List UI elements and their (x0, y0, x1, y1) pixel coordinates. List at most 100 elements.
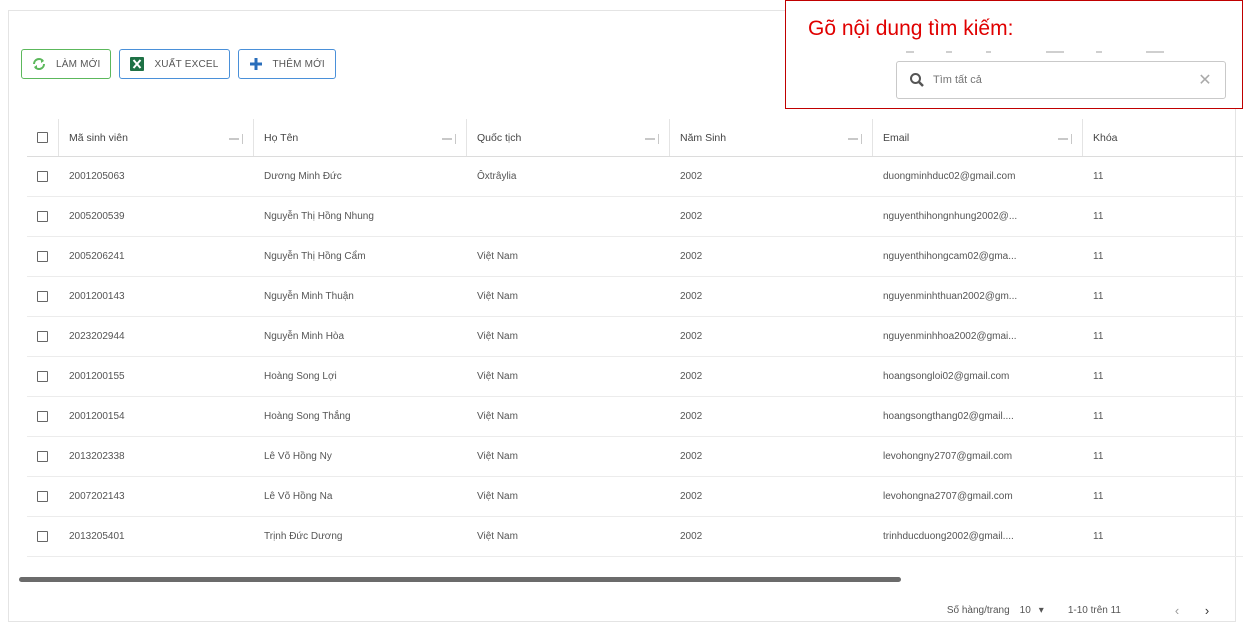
cell-email: nguyenminhhoa2002@gmai... (883, 331, 1017, 342)
cell-full-name: Lê Võ Hồng Ny (264, 451, 332, 462)
excel-icon (128, 55, 146, 73)
table-row[interactable]: 2001200155 Hoàng Song Lợi Việt Nam 2002 … (27, 357, 1243, 397)
cell-full-name: Nguyễn Thị Hồng Nhung (264, 211, 374, 222)
table-row[interactable]: 2001205063 Dương Minh Đức Ôxtrâylia 2002… (27, 157, 1243, 197)
table-row[interactable]: 2013202338 Lê Võ Hồng Ny Việt Nam 2002 l… (27, 437, 1243, 477)
cell-student-id: 2013205401 (69, 531, 125, 542)
cell-email: nguyenthihongnhung2002@... (883, 211, 1018, 222)
row-checkbox[interactable] (37, 491, 48, 502)
cell-cohort: 11 (1093, 411, 1104, 422)
cell-student-id: 2005206241 (69, 251, 125, 262)
column-header-email[interactable]: Email (873, 119, 1083, 156)
cell-full-name: Lê Võ Hồng Na (264, 491, 333, 502)
cell-nationality: Việt Nam (477, 371, 518, 382)
cell-full-name: Nguyễn Minh Thuận (264, 291, 354, 302)
cell-email: nguyenminhthuan2002@gm... (883, 291, 1018, 302)
cell-cohort: 11 (1093, 371, 1104, 382)
cell-student-id: 2023202944 (69, 331, 125, 342)
horizontal-scrollbar[interactable] (19, 577, 1219, 582)
page-range-text: 1-10 trên 11 (1067, 605, 1121, 616)
scrollbar-thumb[interactable] (19, 577, 901, 582)
row-checkbox[interactable] (37, 451, 48, 462)
column-menu-icon[interactable] (645, 134, 659, 144)
add-new-label: THÊM MỚI (272, 58, 325, 70)
cell-full-name: Dương Minh Đức (264, 171, 342, 182)
row-checkbox[interactable] (37, 371, 48, 382)
refresh-icon (30, 55, 48, 73)
cell-email: trinhducduong2002@gmail.... (883, 531, 1014, 542)
select-all-checkbox[interactable] (37, 132, 48, 143)
table-row[interactable]: 2005206241 Nguyễn Thị Hồng Cẩm Việt Nam … (27, 237, 1243, 277)
cell-birth-year: 2002 (680, 331, 703, 342)
row-checkbox[interactable] (37, 331, 48, 342)
table-row[interactable]: 2013205401 Trịnh Đức Dương Việt Nam 2002… (27, 517, 1243, 557)
cell-birth-year: 2002 (680, 251, 703, 262)
clear-icon[interactable]: ✕ (1197, 70, 1213, 90)
add-new-button[interactable]: THÊM MỚI (237, 49, 336, 79)
annotation-text: Gõ nội dung tìm kiếm: (808, 17, 1014, 40)
cell-email: hoangsongloi02@gmail.com (883, 371, 1010, 382)
cell-email: hoangsongthang02@gmail.... (883, 411, 1014, 422)
cell-full-name: Hoàng Song Lợi (264, 371, 337, 382)
column-header-nationality[interactable]: Quốc tịch (467, 119, 670, 156)
cell-birth-year: 2002 (680, 531, 703, 542)
cell-cohort: 11 (1093, 171, 1104, 182)
row-checkbox[interactable] (37, 251, 48, 262)
table-row[interactable]: 2005200539 Nguyễn Thị Hồng Nhung 2002 ng… (27, 197, 1243, 237)
export-excel-button[interactable]: XUẤT EXCEL (119, 49, 230, 79)
row-checkbox[interactable] (37, 531, 48, 542)
cell-birth-year: 2002 (680, 291, 703, 302)
cell-full-name: Nguyễn Thị Hồng Cẩm (264, 251, 366, 262)
cell-student-id: 2001200155 (69, 371, 125, 382)
cell-nationality: Việt Nam (477, 291, 518, 302)
column-header-student-id[interactable]: Mã sinh viên (59, 119, 254, 156)
column-menu-icon[interactable] (442, 134, 456, 144)
column-header-cohort[interactable]: Khóa (1083, 119, 1243, 156)
select-all-cell (27, 119, 59, 156)
row-checkbox[interactable] (37, 171, 48, 182)
cell-nationality (467, 197, 670, 236)
previous-page-icon[interactable]: ‹ (1169, 603, 1185, 618)
cell-nationality: Ôxtrâylia (477, 171, 517, 182)
table-header-row: Mã sinh viên Họ Tên Quốc tịch Năm Sinh E… (27, 119, 1243, 157)
search-box[interactable]: ✕ (896, 61, 1226, 99)
pagination: Số hàng/trang 10 ▾ 1-10 trên 11 ‹ › (947, 603, 1215, 618)
column-menu-icon[interactable] (1058, 134, 1072, 144)
row-checkbox[interactable] (37, 211, 48, 222)
cell-nationality: Việt Nam (477, 331, 518, 342)
cell-full-name: Trịnh Đức Dương (264, 531, 343, 542)
rows-per-page-label: Số hàng/trang (946, 605, 1010, 616)
table-row[interactable]: 2001200143 Nguyễn Minh Thuận Việt Nam 20… (27, 277, 1243, 317)
cell-cohort: 11 (1093, 331, 1104, 342)
toolbar: LÀM MỚI XUẤT EXCEL THÊM MỚI (21, 49, 336, 79)
row-checkbox[interactable] (37, 291, 48, 302)
column-header-birth-year[interactable]: Năm Sinh (670, 119, 873, 156)
search-input[interactable] (933, 74, 1197, 86)
rows-per-page-select[interactable]: 10 ▾ (1020, 605, 1044, 616)
refresh-button[interactable]: LÀM MỚI (21, 49, 112, 79)
cell-cohort: 11 (1093, 211, 1104, 222)
export-excel-label: XUẤT EXCEL (154, 58, 219, 70)
table-row[interactable]: 2023202944 Nguyễn Minh Hòa Việt Nam 2002… (27, 317, 1243, 357)
cell-email: levohongna2707@gmail.com (883, 491, 1013, 502)
column-menu-icon[interactable] (229, 134, 243, 144)
rows-per-page-value: 10 (1019, 605, 1031, 616)
cell-cohort: 11 (1093, 491, 1104, 502)
cell-birth-year: 2002 (680, 491, 703, 502)
column-menu-icon[interactable] (848, 134, 862, 144)
next-page-icon[interactable]: › (1199, 603, 1215, 618)
table-row[interactable]: 2001200154 Hoàng Song Thắng Việt Nam 200… (27, 397, 1243, 437)
column-header-full-name[interactable]: Họ Tên (254, 119, 467, 156)
cell-email: duongminhduc02@gmail.com (883, 171, 1016, 182)
cell-nationality: Việt Nam (477, 411, 518, 422)
cell-student-id: 2007202143 (69, 491, 125, 502)
table-row[interactable]: 2007202143 Lê Võ Hồng Na Việt Nam 2002 l… (27, 477, 1243, 517)
search-icon (909, 72, 925, 88)
cell-student-id: 2001200154 (69, 411, 125, 422)
cell-cohort: 11 (1093, 451, 1104, 462)
annotation-callout: Gõ nội dung tìm kiếm: ✕ (785, 0, 1243, 109)
cell-birth-year: 2002 (680, 211, 703, 222)
cell-nationality: Việt Nam (477, 491, 518, 502)
row-checkbox[interactable] (37, 411, 48, 422)
cell-student-id: 2001205063 (69, 171, 125, 182)
